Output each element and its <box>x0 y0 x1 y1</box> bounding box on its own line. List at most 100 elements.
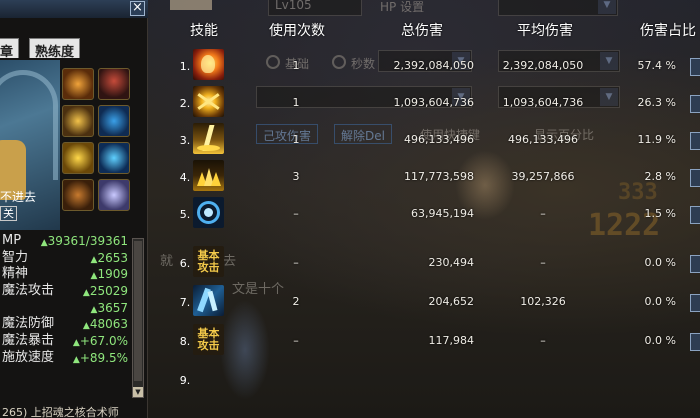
belt-icon[interactable] <box>62 142 94 174</box>
row-side-button[interactable] <box>690 333 700 351</box>
blue-vortex-icon <box>193 197 224 228</box>
ice-shard-icon <box>193 285 224 316</box>
table-header: 技能 使用次数 总伤害 平均伤害 伤害占比 <box>148 20 700 44</box>
row-side-button[interactable] <box>690 95 700 113</box>
cell-avg: 2,392,084,050 <box>502 59 584 72</box>
row-side-button[interactable] <box>690 169 700 187</box>
gloves-icon[interactable] <box>98 105 130 137</box>
table-row: 1. 1 2,392,084,050 2,392,084,050 57.4 % <box>148 48 700 85</box>
tab-proficiency[interactable]: 熟练度 <box>29 38 81 60</box>
cell-count: 2 <box>292 295 300 308</box>
stat-row: 精神 ▲1909 <box>0 266 130 283</box>
cell-avg: 102,326 <box>520 295 566 308</box>
cell-pct: 0.0 % <box>644 334 676 347</box>
stat-name: 智力 <box>2 249 29 265</box>
cell-total: 204,652 <box>428 295 475 308</box>
table-row: 2. 1 1,093,604,736 1,093,604,736 26.3 % <box>148 85 700 122</box>
basic-attack-label: 基本 <box>197 248 220 262</box>
cell-count: 1 <box>292 96 300 109</box>
stat-name: 施放速度 <box>2 349 55 365</box>
stat-value: ▲25029 <box>82 284 128 299</box>
fire-burst-icon <box>193 49 224 80</box>
notice-text: 不进去 <box>0 190 37 204</box>
weapon-icon[interactable] <box>62 179 94 211</box>
row-index: 7. <box>179 296 191 309</box>
header-total: 总伤害 <box>401 23 443 39</box>
stat-name: 魔法攻击 <box>2 283 55 299</box>
cell-avg: 1,093,604,736 <box>502 96 584 109</box>
cell-pct: 11.9 % <box>637 133 676 146</box>
stat-row: 魔法防御 ▲48063 <box>0 316 130 333</box>
cell-avg: – <box>540 334 546 347</box>
close-icon[interactable]: × <box>130 1 145 16</box>
cell-total: 230,494 <box>428 256 475 269</box>
title-icon[interactable] <box>98 179 130 211</box>
character-panel-titlebar[interactable] <box>0 0 148 18</box>
shoulder-icon[interactable] <box>98 68 130 100</box>
row-index: 9. <box>179 374 191 387</box>
table-row: 3. 1 496,133,496 496,133,496 11.9 % <box>148 122 700 159</box>
cell-pct: 0.0 % <box>644 295 676 308</box>
stat-value: ▲1909 <box>90 267 128 282</box>
row-side-button[interactable] <box>690 206 700 224</box>
helmet-icon[interactable] <box>62 68 94 100</box>
row-index: 8. <box>179 335 191 348</box>
stat-scrollbar[interactable]: ▼ <box>132 238 144 398</box>
stat-row: 智力 ▲2653 <box>0 250 130 267</box>
header-avg: 平均伤害 <box>517 23 573 39</box>
stat-value: ▲+67.0% <box>72 334 128 349</box>
cell-total: 2,392,084,050 <box>393 59 474 72</box>
row-index: 3. <box>179 134 191 147</box>
cell-total: 1,093,604,736 <box>393 96 474 109</box>
gold-explosion-icon <box>193 86 224 117</box>
row-index: 5. <box>179 208 191 221</box>
stat-row: ▲3657 <box>0 300 130 317</box>
basic-attack-label: 基本 <box>197 326 220 340</box>
cell-count: – <box>293 256 299 269</box>
orb-icon[interactable] <box>98 142 130 174</box>
table-row: 5. – 63,945,194 – 1.5 % <box>148 196 700 233</box>
cell-pct: 57.4 % <box>637 59 676 72</box>
cell-count: 3 <box>292 170 300 183</box>
cell-avg: 39,257,866 <box>511 170 575 183</box>
equipment-grid <box>62 68 132 218</box>
cell-count: – <box>293 334 299 347</box>
table-row: 9. <box>148 362 700 399</box>
basic-attack-icon: 基本 攻击 <box>193 246 224 277</box>
cell-count: 1 <box>292 133 300 146</box>
header-pct: 伤害占比 <box>640 23 696 39</box>
basic-attack-icon: 基本 攻击 <box>193 324 224 355</box>
table-row: 6. 基本 攻击 – 230,494 – 0.0 % <box>148 245 700 282</box>
stat-value: ▲2653 <box>90 250 128 265</box>
row-index: 1. <box>179 60 191 73</box>
character-notice: 不进去 关 <box>0 189 60 221</box>
row-side-button[interactable] <box>690 58 700 76</box>
cell-pct: 1.5 % <box>644 207 676 220</box>
character-info-panel: × 章 熟练度 不进去 关 MP ▲39361/39361 智力 ▲2653 精… <box>0 0 148 418</box>
stat-row: MP ▲39361/39361 <box>0 233 130 250</box>
stat-name: MP <box>2 233 22 248</box>
cell-avg: 496,133,496 <box>508 133 578 146</box>
golden-crown-icon <box>193 160 224 191</box>
row-side-button[interactable] <box>690 255 700 273</box>
row-side-button[interactable] <box>690 294 700 312</box>
cell-pct: 0.0 % <box>644 256 676 269</box>
stat-row: 施放速度 ▲+89.5% <box>0 350 130 367</box>
table-row: 8. 基本 攻击 – 117,984 – 0.0 % <box>148 323 700 360</box>
notice-toggle[interactable]: 关 <box>0 206 17 221</box>
header-skill: 技能 <box>190 23 218 39</box>
scrollbar-thumb[interactable] <box>134 241 142 381</box>
stat-name: 精神 <box>2 266 29 282</box>
armor-icon[interactable] <box>62 105 94 137</box>
table-row: 4. 3 117,773,598 39,257,866 2.8 % <box>148 159 700 196</box>
character-footer-text: 265) 上招魂之核合术师 <box>2 406 119 418</box>
row-side-button[interactable] <box>690 132 700 150</box>
stat-row: 魔法暴击 ▲+67.0% <box>0 333 130 350</box>
row-index: 2. <box>179 97 191 110</box>
lightning-strike-icon <box>193 123 224 154</box>
chevron-down-icon[interactable]: ▼ <box>133 387 143 397</box>
stat-name: 魔法防御 <box>2 316 55 332</box>
cell-total: 117,984 <box>428 334 475 347</box>
cell-total: 117,773,598 <box>404 170 474 183</box>
tab-chapter[interactable]: 章 <box>0 38 20 60</box>
